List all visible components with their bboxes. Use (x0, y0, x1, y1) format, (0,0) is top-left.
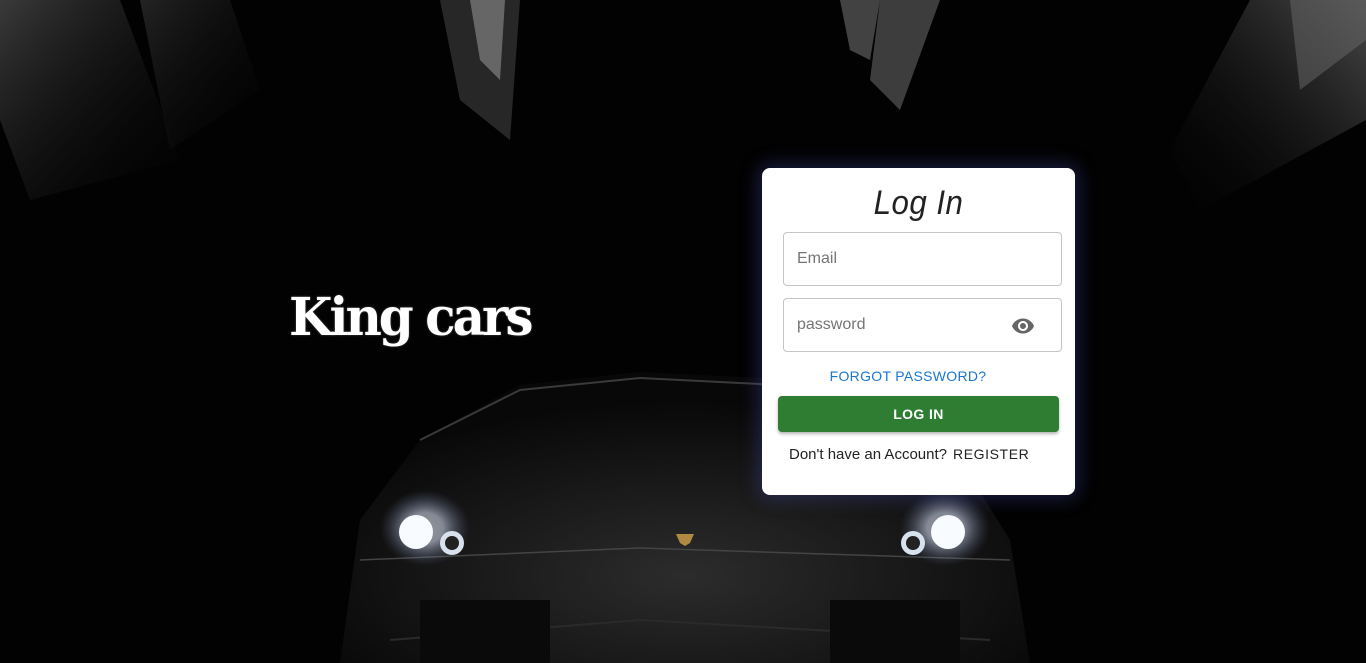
login-page: King cars Log In FORGOT PASSWORD? LOG IN… (0, 0, 1366, 663)
password-field[interactable] (783, 298, 1062, 352)
email-field[interactable] (783, 232, 1062, 286)
login-card: Log In FORGOT PASSWORD? LOG IN Don't hav… (762, 168, 1075, 495)
login-button[interactable]: LOG IN (778, 396, 1059, 432)
register-link[interactable]: REGISTER (953, 446, 1029, 462)
eye-icon[interactable] (1011, 314, 1035, 338)
forgot-password-link[interactable]: FORGOT PASSWORD? (762, 368, 1054, 384)
brand-logo: King cars (289, 285, 534, 348)
password-input[interactable] (797, 299, 1007, 351)
register-row: Don't have an Account? REGISTER (789, 446, 1029, 463)
no-account-text: Don't have an Account? (789, 446, 947, 463)
login-title: Log In (873, 184, 964, 222)
car-garage-background (0, 0, 1366, 663)
email-input[interactable] (797, 233, 1007, 285)
